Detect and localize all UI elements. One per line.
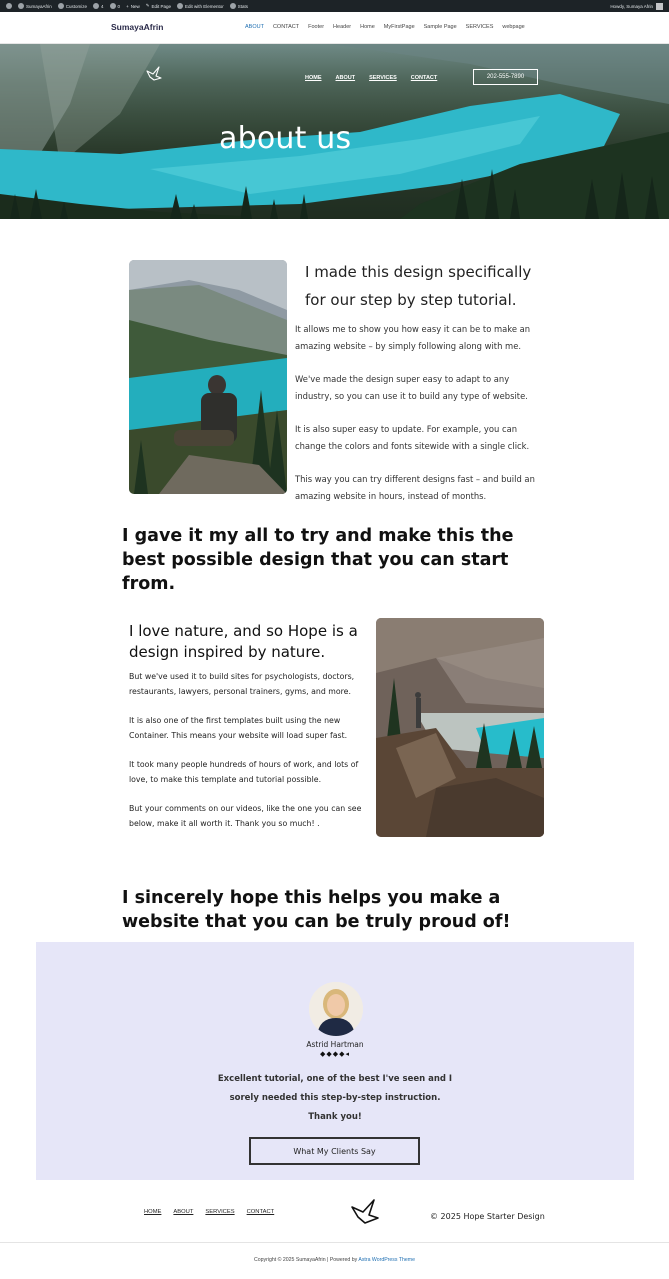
section1-paragraph: It is also super easy to update. For exa… [295,424,530,451]
hero-nav: HOME ABOUT SERVICES CONTACT [305,75,437,81]
section1-heading: I made this design specifically for our … [305,263,532,309]
stats-icon [229,3,236,9]
section2-heading: I love nature, and so Hope is a design i… [129,622,358,661]
admin-stats-link[interactable]: Stats [229,3,248,9]
footer-copyright: © 2025 Hope Starter Design [430,1212,545,1221]
section2-paragraph: But we've used it to build sites for psy… [129,672,355,696]
nav-item-webpage[interactable]: webpage [502,24,524,30]
nav-item-services[interactable]: SERVICES [466,24,494,30]
closing-statement: I sincerely hope this helps you make a w… [122,888,511,932]
edit-icon: ✎ [145,3,150,8]
refresh-icon [93,3,100,9]
admin-elementor-link[interactable]: Edit with Elementor [177,3,224,9]
clients-say-button[interactable]: What My Clients Say [249,1137,420,1165]
section1-paragraph: This way you can try different designs f… [295,474,535,501]
site-header: SumayaAfrin ABOUT CONTACT Footer Header … [0,12,669,44]
testimonial-section: Astrid Hartman ◆◆◆◆◂ Excellent tutorial,… [36,942,634,1180]
palette-icon [57,3,64,9]
section2-body: But we've used it to build sites for psy… [129,669,374,845]
footer-divider [0,1242,669,1243]
admin-bar: SumayaAfrin Customize 4 0 + New ✎ Edit Pag… [0,0,669,12]
admin-edit-page-link[interactable]: ✎ Edit Page [146,3,171,9]
hiker-lake-photo [129,260,287,494]
credits-text: Copyright © 2025 SumayaAfrin | Powered b… [254,1257,359,1263]
statement-heading: I gave it my all to try and make this th… [122,526,514,594]
footer-nav-home[interactable]: HOME [144,1209,161,1215]
footer-nav-services[interactable]: SERVICES [205,1209,234,1215]
hero-nav-home[interactable]: HOME [305,75,322,81]
footer-nav-about[interactable]: ABOUT [173,1209,193,1215]
admin-comments-link[interactable]: 0 [109,3,120,9]
nav-item-contact[interactable]: CONTACT [273,24,299,30]
section2-paragraph: It is also one of the first templates bu… [129,716,348,740]
footer-nav: HOME ABOUT SERVICES CONTACT [144,1209,274,1215]
nav-item-home[interactable]: Home [360,24,375,30]
home-icon [18,3,24,9]
astra-theme-link[interactable]: Astra WordPress Theme [358,1257,415,1263]
section1-body: It allows me to show you how easy it can… [295,321,545,521]
nav-item-header[interactable]: Header [333,24,351,30]
phone-button[interactable]: 202-555-7890 [473,69,538,85]
elementor-icon [177,3,184,9]
admin-new-link[interactable]: + New [126,4,140,9]
section2-paragraph: But your comments on our videos, like th… [129,804,362,828]
avatar-icon [656,2,663,10]
hero-banner: HOME ABOUT SERVICES CONTACT 202-555-7890… [0,44,669,219]
hero-nav-contact[interactable]: CONTACT [411,75,437,81]
section1-paragraph: We've made the design super easy to adap… [295,374,528,401]
admin-customize-link[interactable]: Customize [57,3,87,9]
testimonial-avatar [309,982,363,1036]
primary-nav: ABOUT CONTACT Footer Header Home MyFirst… [245,24,525,30]
wordpress-icon[interactable] [6,3,12,9]
bird-logo-icon[interactable] [350,1198,380,1231]
page-title: about us [219,121,352,156]
testimonial-quote: Excellent tutorial, one of the best I've… [217,1074,453,1122]
comment-icon [109,3,116,9]
nav-item-myfirstpage[interactable]: MyFirstPage [384,24,415,30]
hero-nav-services[interactable]: SERVICES [369,75,397,81]
site-credits: Copyright © 2025 SumayaAfrin | Powered b… [0,1257,669,1263]
plus-icon: + [126,3,129,9]
admin-account-menu[interactable]: Howdy, Sumaya Afrin [610,2,663,10]
nav-item-sample-page[interactable]: Sample Page [424,24,457,30]
nav-item-about[interactable]: ABOUT [245,24,264,30]
admin-updates-link[interactable]: 4 [93,3,104,9]
rating-stars: ◆◆◆◆◂ [319,1051,351,1058]
howdy-text: Howdy, Sumaya Afrin [610,3,653,9]
section1-paragraph: It allows me to show you how easy it can… [295,324,531,351]
section2-paragraph: It took many people hundreds of hours of… [129,760,359,784]
nav-item-footer[interactable]: Footer [308,24,324,30]
site-brand[interactable]: SumayaAfrin [111,22,163,32]
testimonial-name: Astrid Hartman [306,1040,364,1049]
hero-nav-about[interactable]: ABOUT [336,75,356,81]
footer-nav-contact[interactable]: CONTACT [247,1209,275,1215]
admin-site-link[interactable]: SumayaAfrin [18,3,52,9]
rock-lake-photo [376,618,544,837]
